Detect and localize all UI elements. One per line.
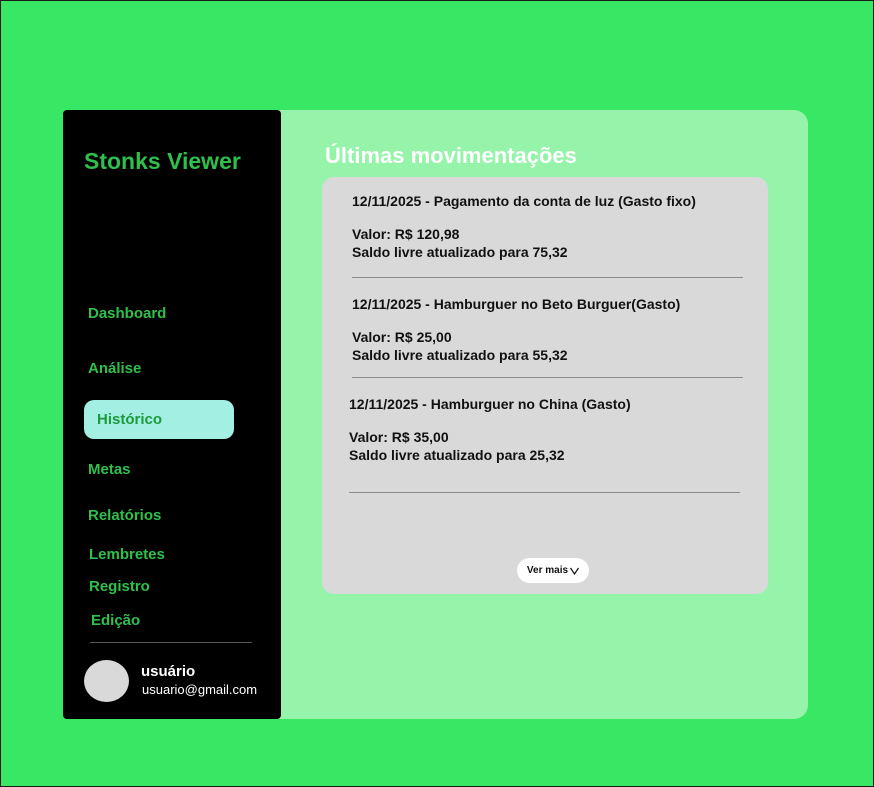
transaction-value: Valor: R$ 35,00	[349, 429, 449, 445]
transaction-value: Valor: R$ 25,00	[352, 329, 452, 345]
sidebar-item-analise[interactable]: Análise	[88, 360, 141, 377]
user-email: usuario@gmail.com	[142, 682, 258, 697]
avatar[interactable]	[84, 660, 129, 702]
list-item[interactable]: 12/11/2025 - Hamburguer no China (Gasto)…	[349, 396, 631, 463]
list-item[interactable]: 12/11/2025 - Hamburguer no Beto Burguer(…	[352, 296, 680, 363]
transaction-value: Valor: R$ 120,98	[352, 226, 460, 242]
transaction-balance: Saldo livre atualizado para 25,32	[349, 447, 565, 463]
transaction-header: 12/11/2025 - Hamburguer no China (Gasto)	[349, 396, 631, 412]
sidebar-item-dashboard[interactable]: Dashboard	[88, 305, 166, 322]
transaction-divider	[352, 377, 743, 378]
brand-title: Stonks Viewer	[84, 148, 241, 174]
list-item[interactable]: 12/11/2025 - Pagamento da conta de luz (…	[352, 193, 696, 260]
sidebar-item-edicao[interactable]: Edição	[91, 612, 140, 629]
transaction-balance: Saldo livre atualizado para 55,32	[352, 347, 568, 363]
transaction-divider	[349, 492, 740, 493]
transaction-balance: Saldo livre atualizado para 75,32	[352, 244, 568, 260]
transaction-divider	[352, 277, 743, 278]
sidebar-item-relatorios[interactable]: Relatórios	[88, 507, 161, 524]
page-title: Últimas movimentações	[325, 143, 577, 168]
sidebar-item-historico[interactable]: Histórico	[84, 400, 234, 439]
sidebar-item-metas[interactable]: Metas	[88, 461, 131, 478]
transactions-card: 12/11/2025 - Pagamento da conta de luz (…	[322, 177, 768, 594]
sidebar-item-registro[interactable]: Registro	[89, 578, 150, 595]
sidebar: Stonks Viewer Dashboard Análise Históric…	[63, 110, 281, 719]
chevron-down-icon	[570, 567, 580, 575]
sidebar-divider	[90, 642, 252, 643]
sidebar-item-lembretes[interactable]: Lembretes	[89, 546, 165, 563]
ver-mais-button[interactable]: Ver mais	[517, 558, 589, 583]
transaction-header: 12/11/2025 - Pagamento da conta de luz (…	[352, 193, 696, 209]
transaction-header: 12/11/2025 - Hamburguer no Beto Burguer(…	[352, 296, 681, 312]
app-window: Stonks Viewer Dashboard Análise Históric…	[63, 110, 808, 719]
ver-mais-label: Ver mais	[526, 565, 569, 576]
user-name: usuário	[141, 663, 196, 680]
